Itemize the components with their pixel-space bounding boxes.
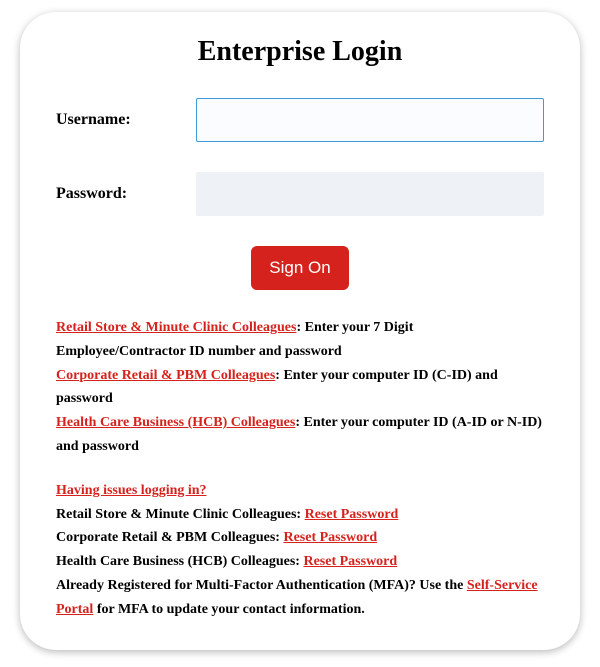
username-row: Username:	[56, 98, 544, 142]
username-label: Username:	[56, 111, 196, 129]
hcb-line: Health Care Business (HCB) Colleagues: E…	[56, 411, 544, 459]
reset-retail-prefix: Retail Store & Minute Clinic Colleagues:	[56, 507, 305, 522]
reset-password-hcb-link[interactable]: Reset Password	[303, 554, 397, 569]
mfa-line: Already Registered for Multi-Factor Auth…	[56, 574, 544, 622]
username-input[interactable]	[196, 98, 544, 142]
reset-corporate-prefix: Corporate Retail & PBM Colleagues:	[56, 530, 283, 545]
password-input[interactable]	[196, 172, 544, 216]
corporate-line: Corporate Retail & PBM Colleagues: Enter…	[56, 364, 544, 412]
id-instructions: Retail Store & Minute Clinic Colleagues:…	[56, 316, 544, 459]
reset-corporate-line: Corporate Retail & PBM Colleagues: Reset…	[56, 526, 544, 550]
retail-colleagues-link[interactable]: Retail Store & Minute Clinic Colleagues	[56, 320, 296, 335]
reset-hcb-prefix: Health Care Business (HCB) Colleagues:	[56, 554, 303, 569]
login-card: Enterprise Login Username: Password: Sig…	[20, 12, 580, 650]
hcb-colleagues-link[interactable]: Health Care Business (HCB) Colleagues	[56, 415, 295, 430]
mfa-prefix: Already Registered for Multi-Factor Auth…	[56, 578, 467, 593]
reset-instructions: Having issues logging in? Retail Store &…	[56, 479, 544, 622]
corporate-colleagues-link[interactable]: Corporate Retail & PBM Colleagues	[56, 368, 275, 383]
login-form: Username: Password: Sign On	[56, 98, 544, 290]
reset-password-retail-link[interactable]: Reset Password	[305, 507, 399, 522]
mfa-suffix: for MFA to update your contact informati…	[93, 602, 364, 617]
retail-line: Retail Store & Minute Clinic Colleagues:…	[56, 316, 544, 364]
reset-retail-line: Retail Store & Minute Clinic Colleagues:…	[56, 503, 544, 527]
password-label: Password:	[56, 185, 196, 203]
reset-hcb-line: Health Care Business (HCB) Colleagues: R…	[56, 550, 544, 574]
sign-on-row: Sign On	[56, 246, 544, 290]
sign-on-button[interactable]: Sign On	[251, 246, 348, 290]
issues-logging-in-link[interactable]: Having issues logging in?	[56, 483, 207, 498]
reset-password-corporate-link[interactable]: Reset Password	[283, 530, 377, 545]
page-title: Enterprise Login	[56, 36, 544, 68]
help-text-block: Retail Store & Minute Clinic Colleagues:…	[56, 316, 544, 622]
password-row: Password:	[56, 172, 544, 216]
issues-line: Having issues logging in?	[56, 479, 544, 503]
